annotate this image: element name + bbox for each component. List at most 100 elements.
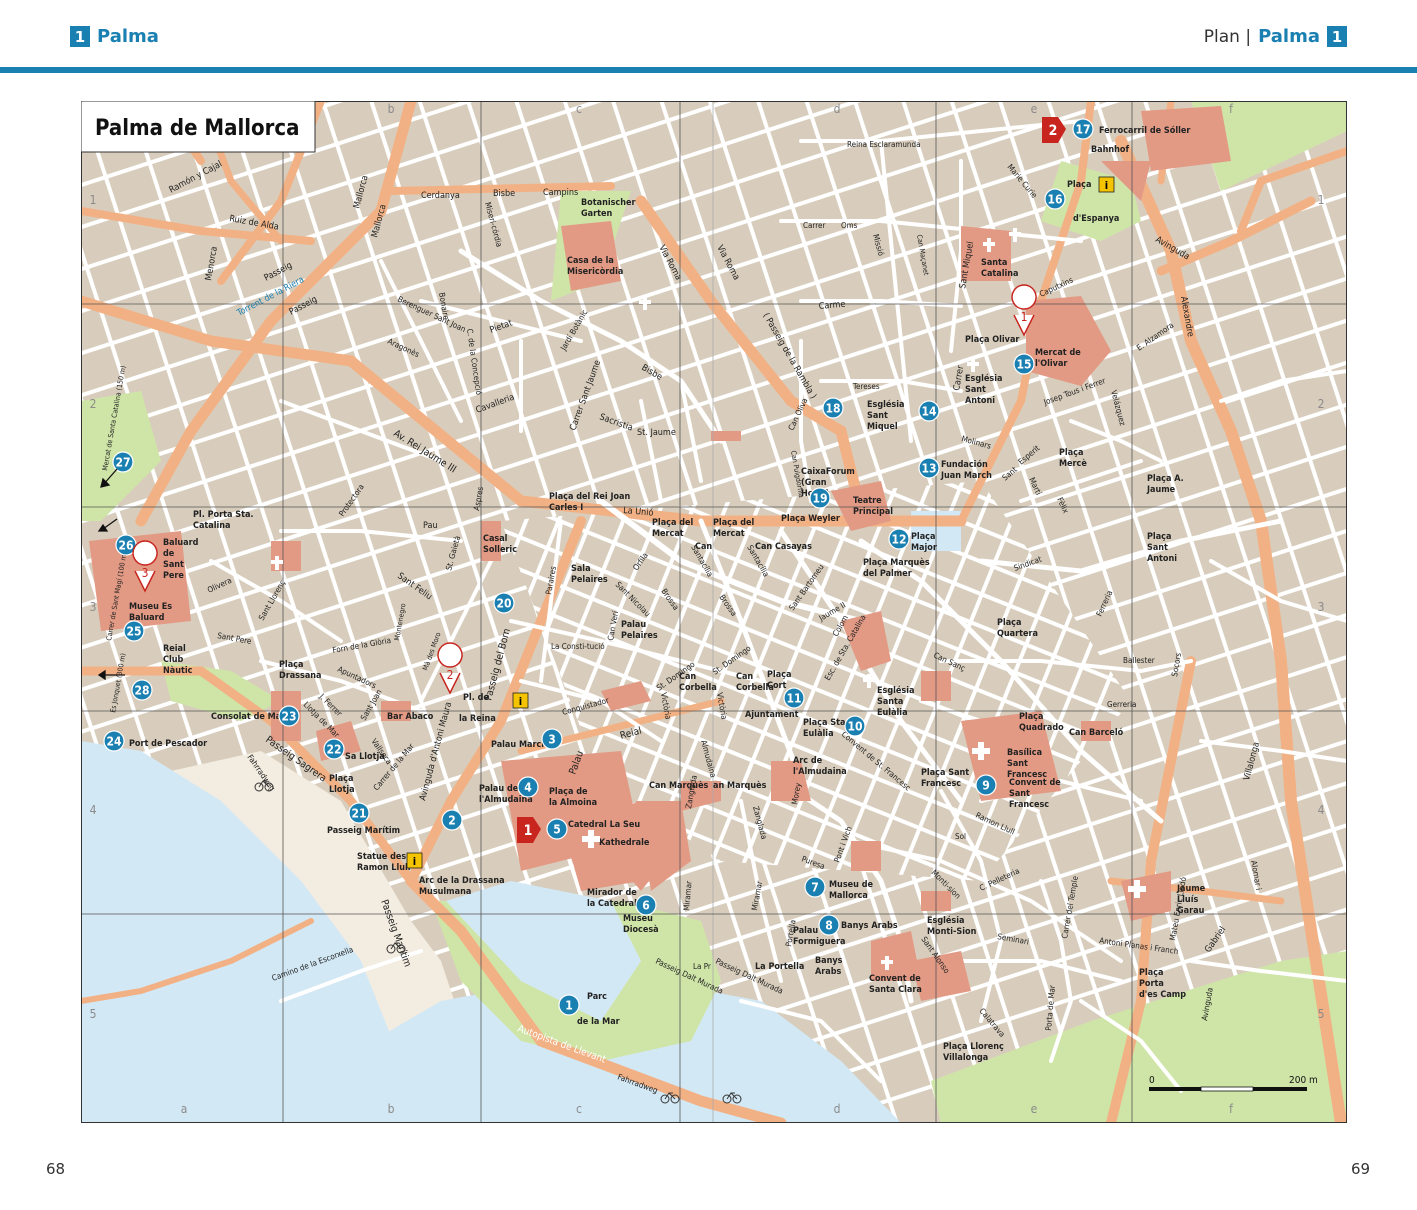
grid-column-label: b (388, 1102, 395, 1116)
poi-label: Plaça Olivar (965, 335, 1019, 345)
info-icon: i (406, 852, 423, 869)
svg-text:i: i (519, 695, 522, 708)
sight-marker-number: 27 (115, 456, 130, 470)
sight-marker-number: 10 (847, 720, 862, 734)
poi-label: Ajuntament (745, 710, 799, 720)
sight-marker-number: 4 (524, 781, 532, 795)
poi-label: la Reina (459, 714, 496, 724)
poi-label: an Marquès (713, 780, 767, 791)
poi-label: Catedral La Seu (568, 820, 640, 830)
sight-marker-number: 11 (786, 692, 801, 706)
header-rule (0, 67, 1417, 73)
street-label: Oms (841, 221, 858, 230)
street-label: Ballester (1123, 656, 1155, 665)
sight-marker[interactable]: 18 (822, 397, 844, 419)
sight-marker[interactable]: 9 (975, 774, 997, 796)
sight-marker-number: 16 (1047, 193, 1062, 207)
chapter-badge: 1 (70, 26, 90, 47)
poi-label: Bar Abaco (387, 712, 434, 722)
pin-number: 2 (447, 668, 454, 682)
street-label: Reina Esclaramunda (847, 140, 920, 149)
sight-marker-number: 8 (825, 919, 833, 933)
sight-marker[interactable]: 22 (323, 738, 345, 760)
sight-marker-number: 2 (448, 814, 456, 828)
poi-label: Plaça Llotja (329, 774, 355, 795)
info-icon: i (512, 692, 529, 709)
sight-marker[interactable]: 24 (103, 730, 125, 752)
sight-marker[interactable]: 13 (918, 457, 940, 479)
red-marker-number: 1 (524, 823, 533, 839)
sight-marker-number: 25 (126, 625, 141, 639)
pin-number: 3 (142, 566, 149, 580)
grid-row-label: 5 (1318, 1007, 1325, 1021)
sight-marker[interactable]: 27 (112, 451, 134, 473)
sight-marker[interactable]: 21 (348, 802, 370, 824)
sight-marker[interactable]: 28 (131, 679, 153, 701)
sight-marker[interactable]: 17 (1072, 118, 1094, 140)
sight-marker[interactable]: 1 (558, 994, 580, 1016)
poi-label: Can Marquès (649, 780, 709, 791)
street-label: Pau (423, 521, 438, 531)
svg-text:i: i (413, 855, 416, 868)
header-title-right: Palma (1258, 26, 1320, 47)
sight-marker[interactable]: 3 (541, 728, 563, 750)
sight-marker-number: 28 (134, 684, 149, 698)
poi-label: Pl. de (463, 693, 489, 703)
grid-row-label: 4 (1318, 803, 1325, 817)
poi-label: Port de Pescador (129, 739, 207, 749)
sight-marker[interactable]: 4 (517, 776, 539, 798)
page-number-left: 68 (46, 1160, 66, 1178)
sight-marker[interactable]: 5 (546, 818, 568, 840)
sight-marker[interactable]: 7 (804, 876, 826, 898)
poi-label: Plaça Mercè (1059, 448, 1087, 469)
sight-marker[interactable]: 11 (783, 687, 805, 709)
sight-marker[interactable]: 15 (1013, 353, 1035, 375)
sight-marker[interactable]: 10 (844, 715, 866, 737)
sight-marker-number: 15 (1016, 358, 1031, 372)
scale-start: 0 (1149, 1075, 1155, 1086)
sight-marker-number: 13 (921, 462, 936, 476)
sight-marker[interactable]: 12 (888, 528, 910, 550)
grid-row-label: 2 (1318, 397, 1325, 411)
street-label: Gerreria (1107, 700, 1136, 709)
sight-marker-number: 24 (106, 735, 122, 749)
poi-label: Passeig Marítim (327, 826, 400, 836)
sight-marker-number: 17 (1075, 123, 1090, 137)
header-right: Plan | Palma 1 (1204, 26, 1347, 47)
header-left: 1 Palma (70, 26, 159, 47)
sight-marker[interactable]: 2 (441, 809, 463, 831)
grid-column-label: e (1031, 102, 1038, 116)
city-map[interactable]: aabbccddeeff 1122334455 Palma de Mallorc… (81, 101, 1347, 1123)
poi-label: Can Casayas (755, 542, 812, 552)
sight-marker-number: 19 (812, 492, 827, 506)
sight-marker[interactable]: 6 (635, 894, 657, 916)
poi-label: Can Barceló (1069, 727, 1124, 738)
poi-label: Museu de Mallorca (829, 880, 874, 901)
sight-marker[interactable]: 23 (278, 705, 300, 727)
poi-label: Ferrocarril de Sóller (1099, 125, 1190, 136)
street-label: Sol (955, 832, 966, 841)
street-label: Cerdanya (421, 191, 460, 201)
street-label: St. Jaume (637, 428, 676, 438)
sight-marker[interactable]: 14 (918, 400, 940, 422)
grid-row-label: 1 (90, 193, 97, 207)
sight-marker[interactable]: 8 (818, 914, 840, 936)
sight-marker[interactable]: 19 (809, 487, 831, 509)
scale-end: 200 m (1289, 1075, 1318, 1086)
info-icon: i (1098, 176, 1115, 193)
sight-marker[interactable]: 16 (1044, 188, 1066, 210)
sight-marker-number: 1 (565, 999, 573, 1013)
poi-label: Can (695, 542, 712, 552)
sight-marker[interactable]: 25 (123, 620, 145, 642)
sight-marker-number: 6 (642, 899, 650, 913)
sight-marker[interactable]: 20 (493, 592, 515, 614)
header-plan-label: Plan | (1203, 26, 1252, 47)
street-label: Campins (543, 188, 578, 198)
grid-column-label: d (834, 1102, 841, 1116)
sight-marker-number: 14 (921, 405, 937, 419)
grid-column-label: b (388, 102, 395, 116)
pin-number: 1 (1021, 310, 1028, 324)
sight-marker-number: 18 (825, 402, 840, 416)
sight-marker-number: 9 (982, 779, 990, 793)
sight-marker-number: 7 (811, 881, 819, 895)
